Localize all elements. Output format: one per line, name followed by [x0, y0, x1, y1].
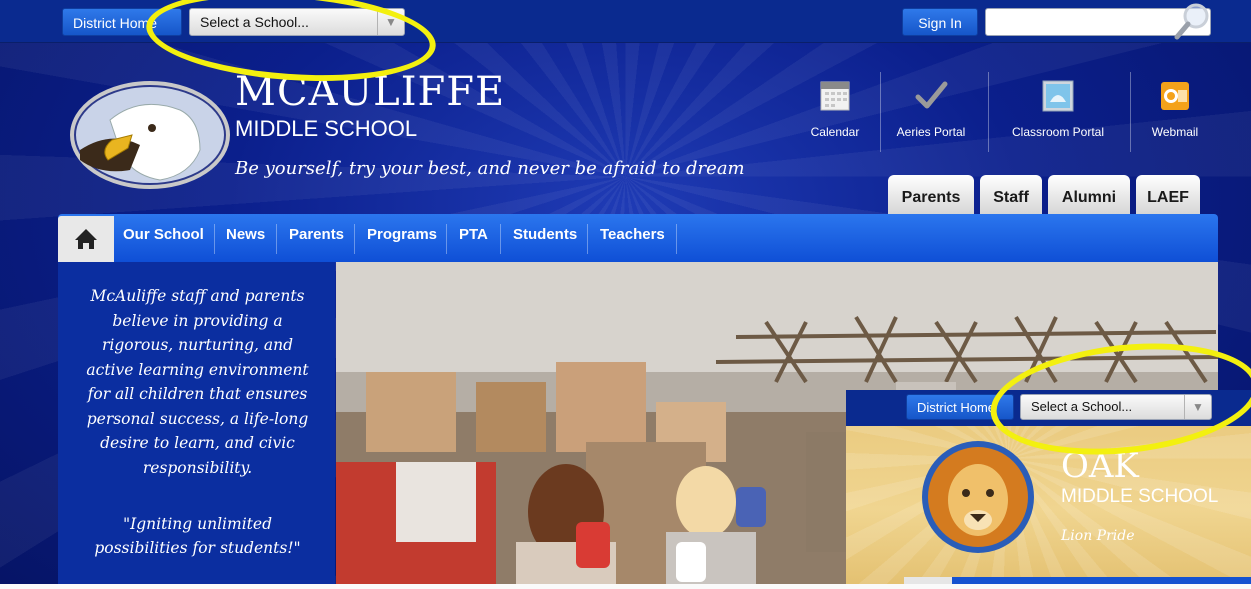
school-tagline: Be yourself, try your best, and never be… [235, 158, 745, 179]
tab-staff[interactable]: Staff [980, 175, 1042, 215]
nav-teachers[interactable]: Teachers [600, 226, 665, 243]
mission-statement: McAuliffe staff and parents believe in p… [86, 287, 309, 477]
nav-programs[interactable]: Programs [367, 226, 437, 243]
eagle-logo-icon [70, 81, 230, 189]
quick-link-label: Webmail [1151, 125, 1199, 139]
mcauliffe-homepage: District Home Select a School... ▼ Sign … [0, 0, 1251, 589]
search-icon[interactable] [1172, 2, 1212, 42]
quick-link-classroom-portal[interactable]: Classroom Portal [1008, 78, 1108, 139]
home-icon [75, 229, 97, 249]
tab-laef[interactable]: LAEF [1136, 175, 1200, 215]
oak-school-tagline: Lion Pride [1061, 528, 1135, 544]
nav-news[interactable]: News [226, 226, 265, 243]
nav-divider [214, 224, 215, 254]
page-bottom-edge [0, 584, 1251, 589]
nav-divider [446, 224, 447, 254]
mission-quote: "Igniting unlimited possibilities for st… [94, 515, 301, 557]
home-button[interactable] [58, 216, 114, 262]
nav-divider [500, 224, 501, 254]
quick-link-label: Calendar [810, 125, 860, 139]
sign-in-button[interactable]: Sign In [902, 8, 978, 36]
quick-link-label: Classroom Portal [1011, 125, 1105, 139]
nav-divider [587, 224, 588, 254]
calendar-icon [820, 81, 850, 111]
quick-link-calendar[interactable]: Calendar [785, 78, 885, 139]
school-subtitle: MIDDLE SCHOOL [235, 116, 418, 141]
nav-pta[interactable]: PTA [459, 226, 488, 243]
tab-parents[interactable]: Parents [888, 175, 974, 215]
oak-school-subtitle: MIDDLE SCHOOL [1061, 486, 1219, 507]
quick-link-label: Aeries Portal [896, 125, 966, 139]
nav-parents[interactable]: Parents [289, 226, 344, 243]
outlook-icon [1161, 82, 1189, 110]
divider [988, 72, 989, 152]
nav-our-school[interactable]: Our School [123, 226, 204, 243]
classroom-portal-icon [1042, 80, 1074, 112]
quick-link-webmail[interactable]: Webmail [1125, 78, 1225, 139]
checkmark-icon [915, 81, 948, 109]
quick-link-aeries-portal[interactable]: Aeries Portal [881, 78, 981, 139]
lion-logo-icon [922, 441, 1034, 553]
nav-divider [354, 224, 355, 254]
nav-students[interactable]: Students [513, 226, 577, 243]
tab-alumni[interactable]: Alumni [1048, 175, 1130, 215]
nav-divider [676, 224, 677, 254]
nav-divider [276, 224, 277, 254]
